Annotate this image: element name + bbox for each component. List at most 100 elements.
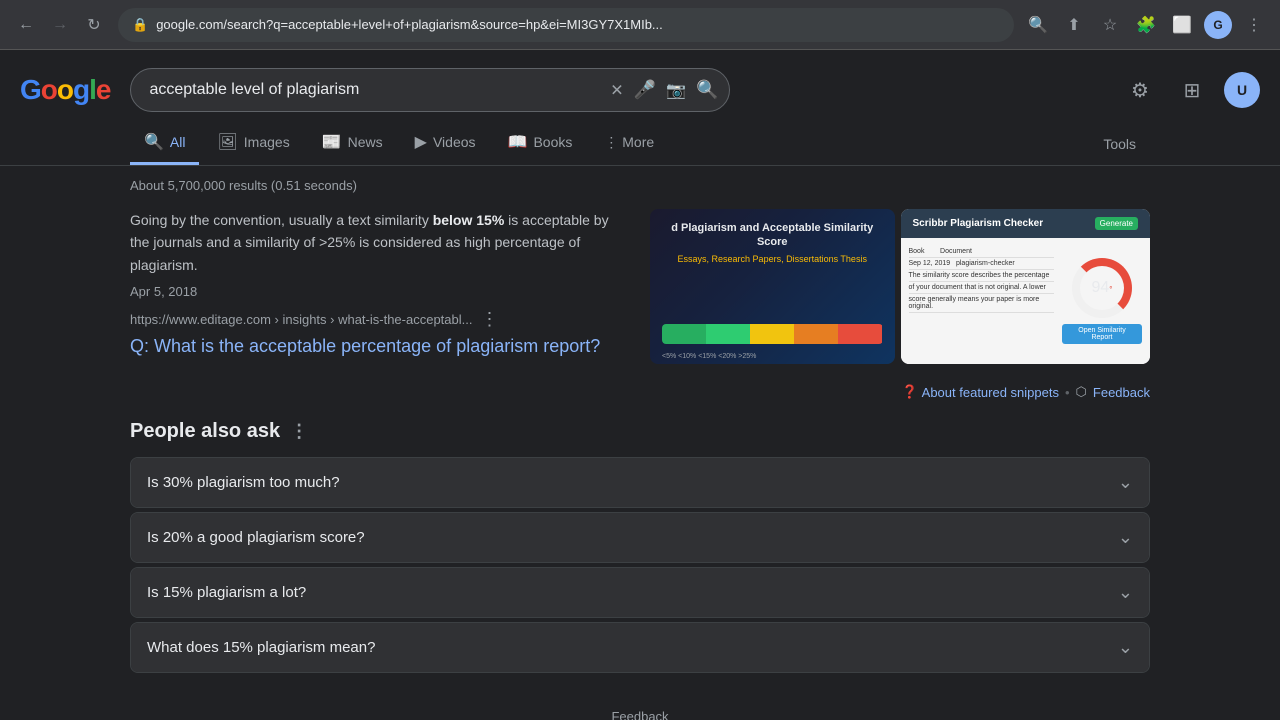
snippet-date: Apr 5, 2018 xyxy=(130,284,630,299)
search-bar-icons: ✕ 🎤 📷 🔍 xyxy=(610,80,718,101)
tab-all-label: All xyxy=(170,134,186,150)
scribbr-table: Book Document Sep 12, 2019 plagiarism-ch… xyxy=(909,246,1055,356)
scribbr-row-4: of your document that is not original. A… xyxy=(909,282,1055,294)
feedback-link[interactable]: Feedback xyxy=(1093,385,1150,400)
paa-item-1[interactable]: Is 30% plagiarism too much? ⌄ xyxy=(130,457,1150,508)
browser-chrome: ← → ↻ 🔒 google.com/search?q=acceptable+l… xyxy=(0,0,1280,50)
search-browser-button[interactable]: 🔍 xyxy=(1024,11,1052,39)
google-page: Google acceptable level of plagiarism ✕ … xyxy=(0,50,1280,720)
paa-item-2[interactable]: Is 20% a good plagiarism score? ⌄ xyxy=(130,512,1150,563)
lock-icon: 🔒 xyxy=(132,17,148,33)
paa-item-4[interactable]: What does 15% plagiarism mean? ⌄ xyxy=(130,622,1150,673)
clear-search-button[interactable]: ✕ xyxy=(610,80,623,100)
voice-search-button[interactable]: 🎤 xyxy=(634,80,656,101)
tools-tab[interactable]: Tools xyxy=(1089,126,1150,162)
paa-options-button[interactable]: ⋮ xyxy=(290,421,308,442)
tab-all[interactable]: 🔍 All xyxy=(130,122,199,165)
more-options-button[interactable]: ⋮ xyxy=(1240,11,1268,39)
tab-videos-label: Videos xyxy=(433,134,476,150)
image-search-button[interactable]: 📷 xyxy=(666,80,686,100)
videos-icon: ▶ xyxy=(415,132,427,152)
search-tabs: 🔍 All 🖼 Images 📰 News ▶ Videos 📖 Books ⋮… xyxy=(0,122,1280,166)
snippet-body: Going by the convention, usually a text … xyxy=(130,209,630,276)
snippet-bold-text: below 15% xyxy=(433,212,505,228)
back-button[interactable]: ← xyxy=(12,11,40,39)
scribbr-tag: Generate xyxy=(1095,217,1138,230)
tab-more-label: ⋮ More xyxy=(604,134,654,151)
paa-item-1-header[interactable]: Is 30% plagiarism too much? ⌄ xyxy=(131,458,1149,507)
forward-button[interactable]: → xyxy=(46,11,74,39)
settings-button[interactable]: ⚙ xyxy=(1120,70,1160,110)
images-icon: 🖼 xyxy=(217,132,237,152)
header-right: ⚙ ⊞ U xyxy=(1120,70,1260,110)
featured-snippet-area: Going by the convention, usually a text … xyxy=(130,209,1150,364)
bookmark-button[interactable]: ☆ xyxy=(1096,11,1124,39)
snippet-result-link[interactable]: Q: What is the acceptable percentage of … xyxy=(130,336,600,356)
tab-news[interactable]: 📰 News xyxy=(308,122,397,165)
paa-item-3-header[interactable]: Is 15% plagiarism a lot? ⌄ xyxy=(131,568,1149,617)
search-query-text: acceptable level of plagiarism xyxy=(149,81,679,99)
feedback-bottom[interactable]: Feedback xyxy=(0,689,1280,720)
scribbr-open-btn[interactable]: Open Similarity Report xyxy=(1062,324,1142,344)
tab-images[interactable]: 🖼 Images xyxy=(203,122,303,165)
search-bar-container: acceptable level of plagiarism ✕ 🎤 📷 🔍 xyxy=(130,68,730,112)
refresh-button[interactable]: ↻ xyxy=(80,11,108,39)
tab-more[interactable]: ⋮ More xyxy=(590,124,668,164)
snippet-url-text: https://www.editage.com › insights › wha… xyxy=(130,312,472,327)
browser-nav-buttons: ← → ↻ xyxy=(12,11,108,39)
paa-question-4: What does 15% plagiarism mean? xyxy=(147,639,375,656)
extensions-button[interactable]: 🧩 xyxy=(1132,11,1160,39)
paa-chevron-4: ⌄ xyxy=(1118,637,1133,658)
snippet-image-2[interactable]: Scribbr Plagiarism Checker Generate Book… xyxy=(901,209,1151,364)
snippet-text-area: Going by the convention, usually a text … xyxy=(130,209,630,364)
share-button[interactable]: ⬆ xyxy=(1060,11,1088,39)
all-icon: 🔍 xyxy=(144,132,164,152)
paa-question-1: Is 30% plagiarism too much? xyxy=(147,474,340,491)
footer-dot: • xyxy=(1065,385,1070,400)
scribbr-row-1: Book Document xyxy=(909,246,1055,258)
scribbr-row-3: The similarity score describes the perce… xyxy=(909,270,1055,282)
apps-button[interactable]: ⊞ xyxy=(1172,70,1212,110)
score-circle: 94° xyxy=(1072,258,1132,318)
google-header: Google acceptable level of plagiarism ✕ … xyxy=(0,50,1280,122)
scribbr-right: 94° Open Similarity Report xyxy=(1062,246,1142,356)
snippet-footer: ❓ About featured snippets • ⬡ Feedback xyxy=(130,384,1150,400)
paa-chevron-1: ⌄ xyxy=(1118,472,1133,493)
paa-item-2-header[interactable]: Is 20% a good plagiarism score? ⌄ xyxy=(131,513,1149,562)
about-snippets-link[interactable]: About featured snippets xyxy=(922,385,1059,400)
news-icon: 📰 xyxy=(322,132,342,152)
paa-title: People also ask ⋮ xyxy=(130,420,1150,443)
address-bar[interactable]: 🔒 google.com/search?q=acceptable+level+o… xyxy=(118,8,1014,42)
snippet-image-1[interactable]: d Plagiarism and Acceptable Similarity S… xyxy=(650,209,895,364)
tab-videos[interactable]: ▶ Videos xyxy=(401,122,490,165)
paa-question-2: Is 20% a good plagiarism score? xyxy=(147,529,365,546)
profile-avatar[interactable]: U xyxy=(1224,72,1260,108)
snippet-image-row: d Plagiarism and Acceptable Similarity S… xyxy=(650,209,1150,364)
paa-chevron-2: ⌄ xyxy=(1118,527,1133,548)
score-number: 94° xyxy=(1092,279,1113,297)
scribbr-header: Scribbr Plagiarism Checker Generate xyxy=(901,209,1151,238)
people-also-ask-section: People also ask ⋮ Is 30% plagiarism too … xyxy=(130,420,1150,673)
browser-actions: 🔍 ⬆ ☆ 🧩 ⬜ G ⋮ xyxy=(1024,11,1268,39)
paa-chevron-3: ⌄ xyxy=(1118,582,1133,603)
scribbr-body: Book Document Sep 12, 2019 plagiarism-ch… xyxy=(901,238,1151,364)
img1-label: d Plagiarism and Acceptable Similarity S… xyxy=(662,221,883,264)
img1-diagonal-text: <5% <10% <15% <20% >25% xyxy=(662,353,883,360)
avatar[interactable]: G xyxy=(1204,11,1232,39)
paa-item-3[interactable]: Is 15% plagiarism a lot? ⌄ xyxy=(130,567,1150,618)
main-content: About 5,700,000 results (0.51 seconds) G… xyxy=(0,166,1280,689)
books-icon: 📖 xyxy=(508,132,528,152)
tab-view-button[interactable]: ⬜ xyxy=(1168,11,1196,39)
snippet-feedback-icon: ⬡ xyxy=(1076,384,1087,400)
color-bar xyxy=(662,324,883,344)
search-submit-button[interactable]: 🔍 xyxy=(696,80,718,101)
scribbr-row-5: score generally means your paper is more… xyxy=(909,294,1055,313)
google-logo[interactable]: Google xyxy=(20,74,110,106)
paa-item-4-header[interactable]: What does 15% plagiarism mean? ⌄ xyxy=(131,623,1149,672)
snippet-more-options-button[interactable]: ⋮ xyxy=(480,309,498,330)
img1-title: d Plagiarism and Acceptable Similarity S… xyxy=(662,221,883,250)
results-stats: About 5,700,000 results (0.51 seconds) xyxy=(130,178,1150,193)
tab-books[interactable]: 📖 Books xyxy=(494,122,587,165)
feedback-bottom-text[interactable]: Feedback xyxy=(611,709,668,720)
snippet-images: d Plagiarism and Acceptable Similarity S… xyxy=(650,209,1150,364)
